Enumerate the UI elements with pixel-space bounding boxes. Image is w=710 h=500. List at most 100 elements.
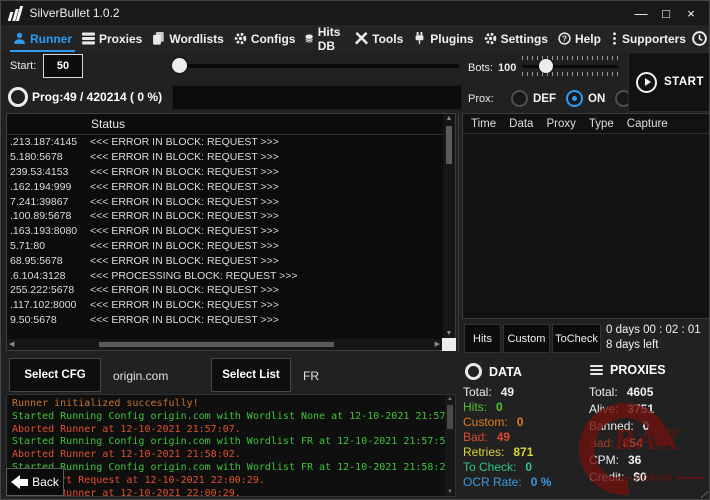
status-column-header: Status [91, 117, 125, 131]
app-logo-icon [9, 6, 21, 21]
table-row[interactable]: .117.102:8000<<< ERROR IN BLOCK: REQUEST… [7, 298, 455, 313]
table-row[interactable]: 5.71:80<<< ERROR IN BLOCK: REQUEST >>> [7, 239, 455, 254]
close-button[interactable]: × [683, 6, 699, 21]
status-cell: <<< ERROR IN BLOCK: REQUEST >>> [90, 299, 279, 311]
maximize-button[interactable]: □ [658, 6, 674, 21]
stat-total: Total:49 [463, 385, 514, 399]
scroll-right-icon[interactable]: ▶ [435, 339, 440, 350]
table-row[interactable]: 68.95:5678<<< ERROR IN BLOCK: REQUEST >>… [7, 253, 455, 268]
nav-wordlists[interactable]: Wordlists [147, 25, 228, 52]
nav-hitsdb[interactable]: Hits DB [300, 25, 350, 52]
scroll-down-icon[interactable]: ▼ [443, 330, 455, 337]
log-area[interactable]: Runner initialized succesfully! Started … [6, 394, 456, 497]
scrollbar-corner [442, 338, 456, 351]
nav-help[interactable]: ? Help [553, 25, 606, 52]
host-cell: .162.194:999 [7, 181, 90, 193]
stat-proxy-total: Total:4605 [589, 385, 653, 399]
status-cell: <<< ERROR IN BLOCK: REQUEST >>> [90, 210, 279, 222]
table-row[interactable]: .163.193:8080<<< ERROR IN BLOCK: REQUEST… [7, 224, 455, 239]
nav-tools[interactable]: Tools [350, 25, 408, 52]
select-list-button[interactable]: Select List [211, 358, 291, 392]
elapsed-time: 0 days 00 : 02 : 01 [606, 323, 701, 338]
scroll-thumb[interactable] [99, 342, 334, 347]
host-cell: 255.222:5678 [7, 284, 90, 296]
table-row[interactable]: 5.180:5678<<< ERROR IN BLOCK: REQUEST >>… [7, 150, 455, 165]
status-cell: <<< ERROR IN BLOCK: REQUEST >>> [90, 181, 279, 193]
hits-panel: Time Data Proxy Type Capture [462, 113, 710, 319]
main-nav: Runner Proxies Wordlists Configs Hits DB… [1, 25, 709, 52]
bots-slider-ticks-bottom [522, 72, 619, 76]
nav-supporters[interactable]: Supporters [606, 25, 691, 52]
col-type: Type [589, 118, 614, 130]
table-horizontal-scrollbar[interactable]: ◀ ▶ [7, 339, 442, 350]
back-arrow-icon [11, 475, 28, 489]
bots-slider-track[interactable] [522, 65, 619, 68]
status-cell: <<< ERROR IN BLOCK: REQUEST >>> [90, 136, 279, 148]
minimize-button[interactable]: — [633, 6, 649, 21]
log-line: Runner initialized succesfully! [12, 398, 450, 411]
scroll-left-icon[interactable]: ◀ [9, 339, 14, 350]
resize-grip[interactable] [698, 488, 708, 498]
stat-proxy-bad: Bad:854 [589, 436, 643, 450]
scroll-thumb[interactable] [447, 405, 453, 429]
title-bar: SilverBullet 1.0.2 — □ × [1, 1, 709, 25]
status-cell: <<< ERROR IN BLOCK: REQUEST >>> [90, 225, 279, 237]
table-row[interactable]: 239.53:4153<<< ERROR IN BLOCK: REQUEST >… [7, 165, 455, 180]
scroll-thumb[interactable] [446, 126, 452, 164]
start-button[interactable]: START [628, 52, 710, 112]
plug-icon [413, 32, 426, 45]
tab-custom[interactable]: Custom [503, 324, 550, 353]
user-icon [13, 32, 26, 45]
nav-runner[interactable]: Runner [8, 25, 77, 52]
start-slider-track[interactable] [173, 64, 459, 68]
back-button[interactable]: Back [6, 468, 64, 496]
data-panel-title: DATA [465, 363, 522, 380]
table-row[interactable]: 7.241:39867<<< ERROR IN BLOCK: REQUEST >… [7, 194, 455, 209]
start-slider-thumb[interactable] [172, 58, 187, 73]
license-days-left: 8 days left [606, 338, 701, 353]
table-vertical-scrollbar[interactable]: ▲ ▼ [443, 114, 455, 338]
status-cell: <<< ERROR IN BLOCK: REQUEST >>> [90, 255, 279, 267]
table-row[interactable]: .162.194:999<<< ERROR IN BLOCK: REQUEST … [7, 179, 455, 194]
tab-hits[interactable]: Hits [464, 324, 501, 353]
table-row[interactable]: .100.89:5678<<< ERROR IN BLOCK: REQUEST … [7, 209, 455, 224]
scroll-up-icon[interactable]: ▲ [445, 396, 455, 402]
tab-tocheck[interactable]: ToCheck [552, 324, 601, 353]
log-scrollbar[interactable]: ▲ ▼ [445, 395, 455, 496]
history-icon[interactable] [691, 30, 708, 47]
dots-vertical-icon [611, 32, 618, 45]
prox-on-radio[interactable] [566, 90, 583, 107]
nav-proxies[interactable]: Proxies [77, 25, 147, 52]
table-row[interactable]: 255.222:5678<<< ERROR IN BLOCK: REQUEST … [7, 283, 455, 298]
table-row[interactable]: 9.50:5678<<< ERROR IN BLOCK: REQUEST >>> [7, 313, 455, 328]
status-cell: <<< ERROR IN BLOCK: REQUEST >>> [90, 240, 279, 252]
panel-splitter[interactable] [458, 113, 459, 353]
proxies-panel-title: PROXIES [590, 363, 666, 377]
start-label: Start: [10, 60, 36, 72]
progress-radio[interactable] [8, 87, 28, 107]
nav-settings[interactable]: Settings [479, 25, 553, 52]
col-time: Time [471, 118, 496, 130]
host-cell: 9.50:5678 [7, 314, 90, 326]
hits-table-header: Time Data Proxy Type Capture [463, 114, 709, 134]
scroll-up-icon[interactable]: ▲ [443, 115, 455, 122]
gear-icon [234, 32, 247, 45]
log-line: Aborted Runner at 12-10-2021 21:58:02. [12, 449, 450, 462]
host-cell: 68.95:5678 [7, 255, 90, 267]
stat-custom: Custom:0 [463, 415, 523, 429]
prox-on-label: ON [588, 93, 605, 105]
bots-slider-thumb[interactable] [539, 59, 553, 73]
scroll-down-icon[interactable]: ▼ [445, 489, 455, 495]
table-row[interactable]: .6.104:3128<<< PROCESSING BLOCK: REQUEST… [7, 268, 455, 283]
status-cell: <<< ERROR IN BLOCK: REQUEST >>> [90, 196, 279, 208]
start-input[interactable]: 50 [43, 54, 83, 78]
host-cell: 7.241:39867 [7, 196, 90, 208]
select-cfg-button[interactable]: Select CFG [9, 358, 101, 392]
col-data: Data [509, 118, 533, 130]
nav-plugins[interactable]: Plugins [408, 25, 478, 52]
nav-configs[interactable]: Configs [229, 25, 301, 52]
prox-def-radio[interactable] [511, 90, 528, 107]
app-window: SilverBullet 1.0.2 — □ × Runner Proxies … [0, 0, 710, 500]
table-row[interactable]: .213.187:4145<<< ERROR IN BLOCK: REQUEST… [7, 135, 455, 150]
progress-text: Prog:49 / 420214 ( 0 %) [32, 90, 162, 104]
